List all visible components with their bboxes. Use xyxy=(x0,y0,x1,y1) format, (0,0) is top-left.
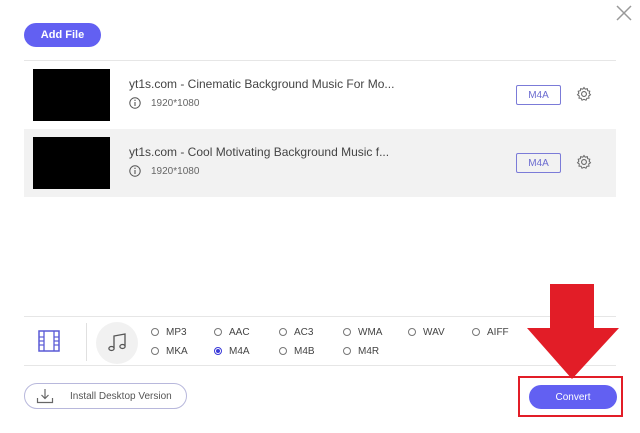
file-resolution: 1920*1080 xyxy=(151,98,200,109)
output-format-badge[interactable]: M4A xyxy=(516,85,561,105)
output-format-badge[interactable]: M4A xyxy=(516,153,561,173)
format-option-wav[interactable]: WAV xyxy=(408,325,445,339)
video-thumbnail xyxy=(33,137,110,189)
format-option-wma[interactable]: WMA xyxy=(343,325,382,339)
format-option-m4a[interactable]: M4A xyxy=(214,344,250,358)
add-file-button[interactable]: Add File xyxy=(24,23,101,47)
install-desktop-button[interactable]: Install Desktop Version xyxy=(24,383,187,409)
file-row[interactable]: yt1s.com - Cool Motivating Background Mu… xyxy=(24,129,616,197)
convert-highlight: Convert xyxy=(518,376,623,417)
music-note-icon xyxy=(108,333,126,352)
file-row[interactable]: yt1s.com - Cinematic Background Music Fo… xyxy=(24,61,616,129)
download-icon xyxy=(36,389,54,404)
format-option-aiff[interactable]: AIFF xyxy=(472,325,509,339)
radio-button-selected[interactable] xyxy=(214,347,222,355)
format-option-m4r[interactable]: M4R xyxy=(343,344,379,358)
file-name: yt1s.com - Cool Motivating Background Mu… xyxy=(129,145,390,159)
gear-icon[interactable] xyxy=(576,154,592,170)
close-icon[interactable] xyxy=(614,3,634,23)
format-option-aac[interactable]: AAC xyxy=(214,325,250,339)
format-option-mp3[interactable]: MP3 xyxy=(151,325,187,339)
radio-button[interactable] xyxy=(472,328,480,336)
file-name: yt1s.com - Cinematic Background Music Fo… xyxy=(129,77,395,91)
radio-button[interactable] xyxy=(151,347,159,355)
gear-icon[interactable] xyxy=(576,86,592,102)
audio-tab[interactable] xyxy=(96,322,138,364)
format-option-m4b[interactable]: M4B xyxy=(279,344,315,358)
convert-button[interactable]: Convert xyxy=(529,385,617,409)
tab-divider xyxy=(86,323,87,361)
radio-button[interactable] xyxy=(343,328,351,336)
arrow-down-icon xyxy=(527,284,619,379)
radio-button[interactable] xyxy=(408,328,416,336)
radio-button[interactable] xyxy=(151,328,159,336)
radio-button[interactable] xyxy=(343,347,351,355)
video-thumbnail xyxy=(33,69,110,121)
file-list: yt1s.com - Cinematic Background Music Fo… xyxy=(24,60,616,197)
file-resolution: 1920*1080 xyxy=(151,166,200,177)
info-icon[interactable] xyxy=(129,97,141,109)
info-icon[interactable] xyxy=(129,165,141,177)
film-icon[interactable] xyxy=(37,329,61,353)
format-option-ac3[interactable]: AC3 xyxy=(279,325,313,339)
radio-button[interactable] xyxy=(279,347,287,355)
radio-button[interactable] xyxy=(279,328,287,336)
radio-button[interactable] xyxy=(214,328,222,336)
format-option-mka[interactable]: MKA xyxy=(151,344,188,358)
